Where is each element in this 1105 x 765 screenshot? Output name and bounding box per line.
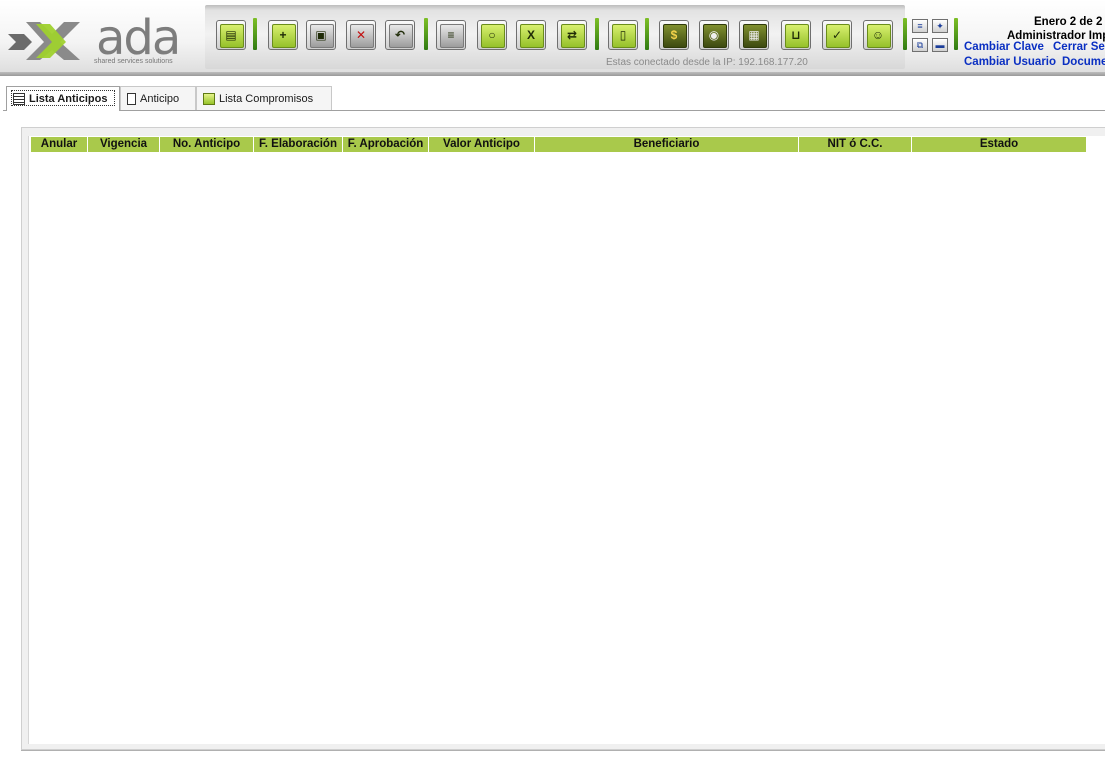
undo-icon: ↶	[394, 28, 406, 42]
transfer-button[interactable]: ⇄	[557, 20, 587, 50]
column-header-anular[interactable]: Anular	[30, 137, 88, 153]
connection-ip-text: Estas conectado desde la IP: 192.168.177…	[606, 57, 808, 68]
header-divider	[0, 72, 1105, 76]
transfer-icon: ⇄	[566, 28, 578, 42]
close-session-link[interactable]: Cerrar Se	[1053, 41, 1105, 53]
users-button[interactable]: ☺	[863, 20, 893, 50]
column-header-nit[interactable]: NIT ó C.C.	[798, 137, 912, 153]
toolbar-separator	[424, 18, 428, 50]
camera-button[interactable]: ◉	[699, 20, 729, 50]
ada-logo: ada shared services solutions	[6, 10, 206, 70]
magnifier-icon: ○	[488, 28, 496, 42]
new-document-icon: +	[279, 28, 287, 42]
brand-tagline: shared services solutions	[94, 58, 173, 65]
folder-icon: ▤	[225, 28, 237, 42]
camera-icon: ◉	[708, 28, 720, 42]
approve-icon: ✓	[831, 28, 843, 42]
change-user-link[interactable]: Cambiar Usuario	[964, 56, 1056, 68]
column-header-f-elaboracion[interactable]: F. Elaboración	[253, 137, 343, 153]
current-date: Enero 2 de 2	[1034, 16, 1103, 28]
anticipos-table: Anular Vigencia No. Anticipo F. Elaborac…	[30, 137, 1087, 153]
new-button[interactable]: +	[268, 20, 298, 50]
column-header-vigencia[interactable]: Vigencia	[87, 137, 160, 153]
document-icon	[127, 92, 136, 105]
tab-label: Lista Compromisos	[219, 92, 314, 105]
change-password-link[interactable]: Cambiar Clave	[964, 41, 1044, 53]
money-bag-icon: $	[670, 28, 678, 42]
anticipos-grid-area	[28, 136, 1105, 744]
toolbar-separator	[253, 18, 257, 50]
export-excel-button[interactable]: X	[516, 20, 546, 50]
table-header-row: Anular Vigencia No. Anticipo F. Elaborac…	[30, 137, 1087, 153]
column-header-no-anticipo[interactable]: No. Anticipo	[159, 137, 254, 153]
column-header-estado[interactable]: Estado	[911, 137, 1087, 153]
toolbar-separator	[595, 18, 599, 50]
list-view-icon[interactable]: ≡	[912, 19, 928, 33]
delete-icon: ✕	[355, 28, 367, 42]
save-icon: ▣	[315, 28, 327, 42]
column-header-valor-anticipo[interactable]: Valor Anticipo	[428, 137, 535, 153]
save-button[interactable]: ▣	[306, 20, 336, 50]
cart-icon: ⊔	[791, 28, 801, 42]
toolbar-separator	[903, 18, 907, 50]
undo-button[interactable]: ↶	[385, 20, 415, 50]
tab-label: Lista Anticipos	[29, 93, 108, 105]
toolbar-separator	[645, 18, 649, 50]
approve-button[interactable]: ✓	[822, 20, 852, 50]
column-header-beneficiario[interactable]: Beneficiario	[534, 137, 799, 153]
documents-link[interactable]: Docume	[1062, 56, 1105, 68]
grid-icon: ▦	[748, 28, 760, 42]
windows-icon[interactable]: ⧉	[912, 38, 928, 52]
list-icon	[13, 93, 25, 105]
footer-divider	[21, 750, 1105, 751]
tabs-baseline	[3, 110, 1105, 111]
money-button[interactable]: $	[659, 20, 689, 50]
flag-icon[interactable]: ✦	[932, 19, 948, 33]
excel-icon: X	[526, 28, 535, 42]
users-icon: ☺	[871, 28, 885, 42]
print-icon: ≡	[447, 28, 455, 42]
toolbar-separator	[954, 18, 958, 50]
lock-icon: ▯	[619, 28, 627, 42]
tab-lista-compromisos[interactable]: Lista Compromisos	[196, 86, 332, 110]
column-header-f-aprobacion[interactable]: F. Aprobación	[342, 137, 429, 153]
search-button[interactable]: ○	[477, 20, 507, 50]
tab-lista-anticipos[interactable]: Lista Anticipos	[6, 86, 120, 111]
print-button[interactable]: ≡	[436, 20, 466, 50]
open-folder-button[interactable]: ▤	[216, 20, 246, 50]
folder-small-icon[interactable]: ▬	[932, 38, 948, 52]
cart-button[interactable]: ⊔	[781, 20, 811, 50]
tab-anticipo[interactable]: Anticipo	[120, 86, 196, 110]
logo-cross-icon	[8, 22, 80, 60]
delete-button[interactable]: ✕	[346, 20, 376, 50]
grid-button[interactable]: ▦	[739, 20, 769, 50]
lock-button[interactable]: ▯	[608, 20, 638, 50]
tab-label: Anticipo	[140, 92, 180, 105]
compromisos-icon	[203, 92, 215, 105]
